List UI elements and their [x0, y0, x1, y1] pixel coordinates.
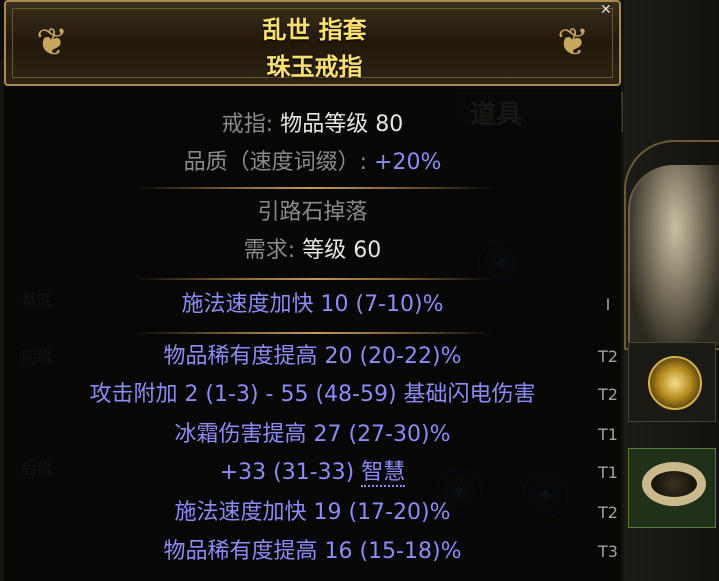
character-portrait — [628, 165, 719, 345]
prefix-tier: T2 — [598, 347, 618, 366]
prefix-mod: 物品稀有度提高 20 (20-22)% — [163, 344, 462, 369]
suffix-mod-value: +33 (31-33) — [219, 460, 362, 485]
item-level-line: 戒指: 物品等级 80 — [4, 110, 621, 140]
item-type-label: 戒指: — [221, 112, 274, 137]
suffix-tier: T3 — [598, 542, 618, 561]
item-name: 乱世 指套 — [262, 15, 367, 44]
item-level-label: 物品等级 — [280, 112, 369, 137]
requires-level-label: 等级 — [302, 238, 347, 263]
quality-value: +20% — [374, 150, 442, 175]
attribute-keyword[interactable]: 智慧 — [361, 460, 406, 487]
suffix-mod: 物品稀有度提高 16 (15-18)% — [163, 539, 462, 564]
prefix-mod: 冰霜伤害提高 27 (27-30)% — [174, 422, 451, 447]
requirements-line: 需求: 等级 60 — [4, 236, 621, 266]
amulet-icon[interactable] — [648, 356, 702, 410]
requires-label: 需求: — [243, 238, 296, 263]
separator — [134, 187, 494, 189]
suffix-tier: T2 — [598, 503, 618, 522]
implicit-tier: I — [605, 295, 611, 314]
source-line: 引路石掉落 — [4, 198, 621, 228]
separator — [134, 332, 494, 334]
quality-line: 品质（速度词缀）: +20% — [4, 148, 621, 178]
suffix-mod: +33 (31-33) 智慧 — [4, 458, 621, 488]
implicit-mod: 施法速度加快 10 (7-10)% — [181, 292, 444, 317]
drop-source: 引路石掉落 — [257, 200, 368, 225]
close-icon[interactable]: ✕ — [600, 2, 612, 18]
ring-icon[interactable] — [642, 462, 706, 506]
suffix-tier: T1 — [598, 463, 618, 482]
item-level-value: 80 — [375, 112, 404, 137]
prefix-tier: T1 — [598, 425, 618, 444]
prefix-mod: 攻击附加 2 (1-3) - 55 (48-59) 基础闪电伤害 — [89, 382, 536, 407]
item-tooltip: ❦ ❦ 乱世 指套 珠玉戒指 戒指: 物品等级 80 品质（速度词缀）: +20… — [4, 0, 621, 581]
item-base-type: 珠玉戒指 — [266, 52, 363, 81]
tooltip-header: ❦ ❦ 乱世 指套 珠玉戒指 — [4, 0, 621, 86]
separator — [134, 278, 494, 280]
prefix-tier: T2 — [598, 385, 618, 404]
quality-label: 品质（速度词缀）: — [183, 150, 368, 175]
suffix-mod: 施法速度加快 19 (17-20)% — [174, 500, 451, 525]
requires-level-value: 60 — [353, 238, 382, 263]
